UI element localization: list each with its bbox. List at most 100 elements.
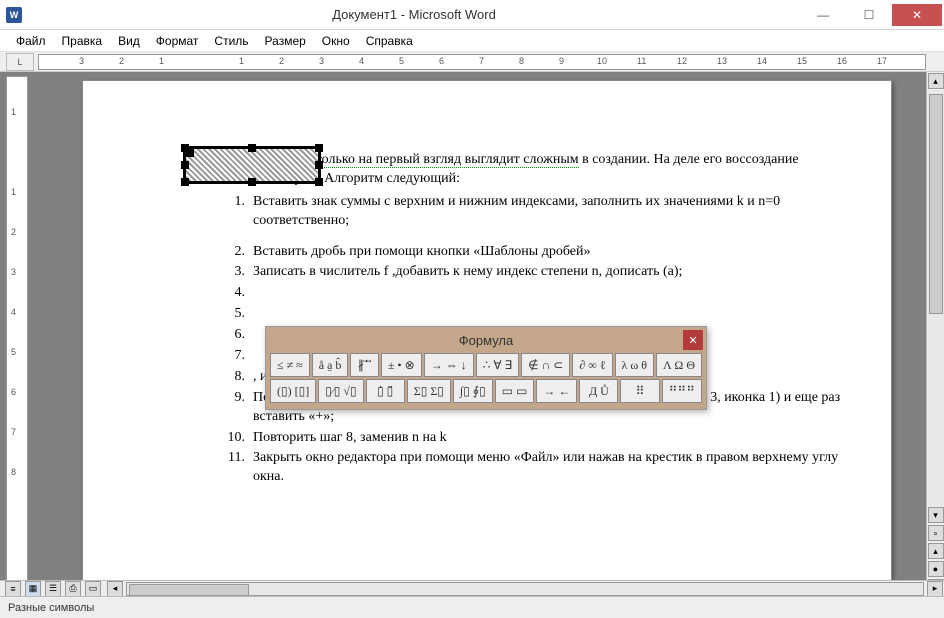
scroll-thumb[interactable] — [929, 94, 943, 314]
menu-size[interactable]: Размер — [257, 32, 314, 50]
bottom-bar: ≡ ▦ ☰ ⎙ ▭ ◂ ▸ — [0, 580, 944, 596]
formula-close-button[interactable]: ✕ — [683, 330, 703, 350]
ruler-tick: 3 — [79, 56, 84, 66]
title-bar: W Документ1 - Microsoft Word — ☐ ✕ — [0, 0, 944, 30]
list-num: 1. — [227, 193, 253, 231]
hscroll-thumb[interactable] — [129, 584, 249, 596]
view-print-layout-icon[interactable]: ▦ — [25, 581, 41, 597]
embellishments-button[interactable]: å a̱ b̂ — [312, 353, 349, 377]
formula-title-text: Формула — [459, 333, 513, 348]
formula-title-bar[interactable]: Формула ✕ — [266, 327, 706, 353]
list-num: 2. — [227, 243, 253, 262]
list-num: 3. — [227, 263, 253, 282]
view-outline-icon[interactable]: ☰ — [45, 581, 61, 597]
fraction-radical-button[interactable]: ▯⁄▯ √▯ — [318, 379, 363, 403]
vertical-ruler[interactable]: 1 1 2 3 4 5 6 7 8 — [6, 76, 28, 592]
menu-view[interactable]: Вид — [110, 32, 148, 50]
ruler-tick: 6 — [439, 56, 444, 66]
vertical-scrollbar[interactable]: ▴ ▾ ∘ ▴ ● ▾ — [926, 72, 944, 596]
summation-templates-button[interactable]: Σ▯ Σ▯ — [407, 379, 451, 403]
view-normal-icon[interactable]: ≡ — [5, 581, 21, 597]
minimize-button[interactable]: — — [800, 2, 846, 28]
hscroll-left-button[interactable]: ◂ — [107, 581, 123, 597]
app-icon: W — [6, 7, 22, 23]
vruler-tick: 5 — [11, 347, 16, 357]
formula-toolbar-window[interactable]: Формула ✕ ≤ ≠ ≈ å a̱ b̂ ∦ ⃗ ⃡ ± • ⊗ → ⇔ … — [265, 326, 707, 410]
scroll-track[interactable] — [928, 90, 944, 506]
menu-bar: Файл Правка Вид Формат Стиль Размер Окно… — [0, 30, 944, 52]
menu-window[interactable]: Окно — [314, 32, 358, 50]
scroll-down-button[interactable]: ▾ — [928, 507, 944, 523]
browse-object-button[interactable]: ∘ — [928, 525, 944, 541]
list-text: Вставить знак суммы с верхним и нижним и… — [253, 193, 851, 231]
menu-style[interactable]: Стиль — [206, 32, 256, 50]
formula-row-2: (▯) [▯] ▯⁄▯ √▯ ▯̇ ▯̈ Σ▯ Σ▯ ∫▯ ∮▯ ▭ ▭ → ←… — [270, 379, 702, 403]
list-item: 5. — [227, 305, 851, 324]
relational-symbols-button[interactable]: ≤ ≠ ≈ — [270, 353, 310, 377]
logical-symbols-button[interactable]: ∴ ∀ ∃ — [476, 353, 519, 377]
ruler-tick: 5 — [399, 56, 404, 66]
maximize-button[interactable]: ☐ — [846, 2, 892, 28]
ruler-tick: 4 — [359, 56, 364, 66]
list-num: 4. — [227, 284, 253, 303]
misc-symbols-button[interactable]: ∂ ∞ ℓ — [572, 353, 612, 377]
ruler-tick: 14 — [757, 56, 767, 66]
operator-symbols-button[interactable]: ± • ⊗ — [381, 353, 422, 377]
horizontal-ruler[interactable]: 3 2 1 1 2 3 4 5 6 7 8 9 10 11 12 13 14 1… — [38, 54, 926, 70]
integral-templates-button[interactable]: ∫▯ ∮▯ — [453, 379, 493, 403]
selected-equation-object[interactable] — [183, 146, 321, 184]
view-web-icon[interactable]: ⎙ — [65, 581, 81, 597]
vruler-tick: 7 — [11, 427, 16, 437]
list-item: 10.Повторить шаг 8, заменив n на k — [227, 429, 851, 448]
list-text: Записать в числитель f ,добавить к нему … — [253, 263, 851, 282]
ruler-tick: 13 — [717, 56, 727, 66]
formula-row-1: ≤ ≠ ≈ å a̱ b̂ ∦ ⃗ ⃡ ± • ⊗ → ⇔ ↓ ∴ ∀ ∃ ∉ … — [270, 353, 702, 377]
ruler-tick: 10 — [597, 56, 607, 66]
horizontal-scrollbar[interactable] — [126, 582, 924, 596]
fence-templates-button[interactable]: (▯) [▯] — [270, 379, 316, 403]
menu-help[interactable]: Справка — [358, 32, 421, 50]
hscroll-right-button[interactable]: ▸ — [927, 581, 943, 597]
labeled-arrow-button[interactable]: → ← — [536, 379, 577, 403]
vruler-tick: 8 — [11, 467, 16, 477]
subscript-superscript-button[interactable]: ▯̇ ▯̈ — [366, 379, 405, 403]
scroll-up-button[interactable]: ▴ — [928, 73, 944, 89]
vruler-tick: 2 — [11, 227, 16, 237]
list-num: 11. — [227, 449, 253, 487]
ruler-tick: 9 — [559, 56, 564, 66]
window-controls: — ☐ ✕ — [800, 2, 944, 28]
greek-lowercase-button[interactable]: λ ω θ — [615, 353, 654, 377]
underbar-overbar-button[interactable]: ▭ ▭ — [495, 379, 535, 403]
ruler-tick: 2 — [119, 56, 124, 66]
list-num: 5. — [227, 305, 253, 324]
vruler-tick: 1 — [11, 107, 16, 117]
ruler-tick: 12 — [677, 56, 687, 66]
ruler-tick: 2 — [279, 56, 284, 66]
list-text: Повторить шаг 8, заменив n на k — [253, 429, 851, 448]
list-text — [253, 284, 851, 303]
list-text: Закрыть окно редактора при помощи меню «… — [253, 449, 851, 487]
menu-format[interactable]: Формат — [148, 32, 207, 50]
prev-page-button[interactable]: ▴ — [928, 543, 944, 559]
spaces-ellipses-button[interactable]: ⠛⠛⠛ — [662, 379, 702, 403]
view-reading-icon[interactable]: ▭ — [85, 581, 101, 597]
list-num: 7. — [227, 347, 253, 366]
menu-edit[interactable]: Правка — [54, 32, 111, 50]
arrows-symbols-button[interactable]: ∦ ⃗ ⃡ — [350, 353, 378, 377]
list-text: Вставить дробь при помощи кнопки «Шаблон… — [253, 243, 851, 262]
select-browse-button[interactable]: ● — [928, 561, 944, 577]
list-item: 3.Записать в числитель f ,добавить к нем… — [227, 263, 851, 282]
ruler-corner[interactable]: L — [6, 53, 34, 71]
set-theory-button[interactable]: ∉ ∩ ⊂ — [521, 353, 570, 377]
list-num: 10. — [227, 429, 253, 448]
list-num: 9. — [227, 389, 253, 427]
arrow-symbols-button[interactable]: → ⇔ ↓ — [424, 353, 474, 377]
vruler-tick: 1 — [11, 187, 16, 197]
close-button[interactable]: ✕ — [892, 4, 942, 26]
products-set-button[interactable]: Д Ů — [579, 379, 618, 403]
ruler-tick: 1 — [159, 56, 164, 66]
vruler-tick: 6 — [11, 387, 16, 397]
menu-file[interactable]: Файл — [8, 32, 54, 50]
greek-uppercase-button[interactable]: Λ Ω Θ — [656, 353, 702, 377]
matrix-templates-button[interactable]: ⠿ — [620, 379, 659, 403]
